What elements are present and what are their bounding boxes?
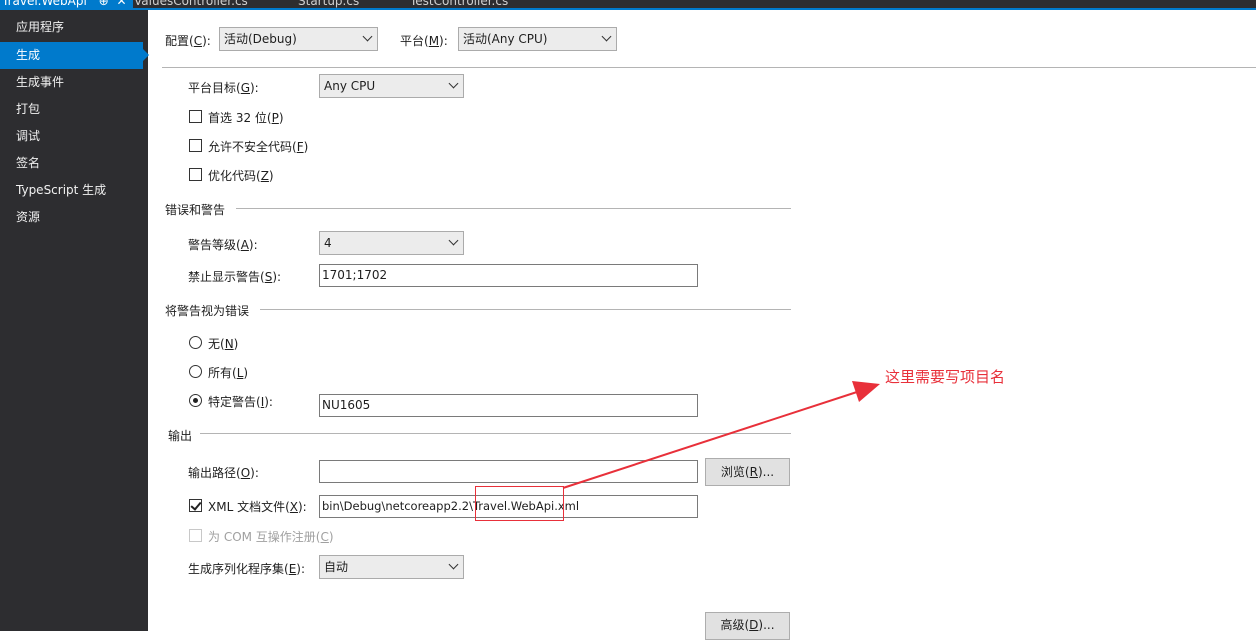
annotation-arrow-icon — [562, 381, 880, 489]
annotation-text: 这里需要写项目名 — [885, 368, 1006, 386]
